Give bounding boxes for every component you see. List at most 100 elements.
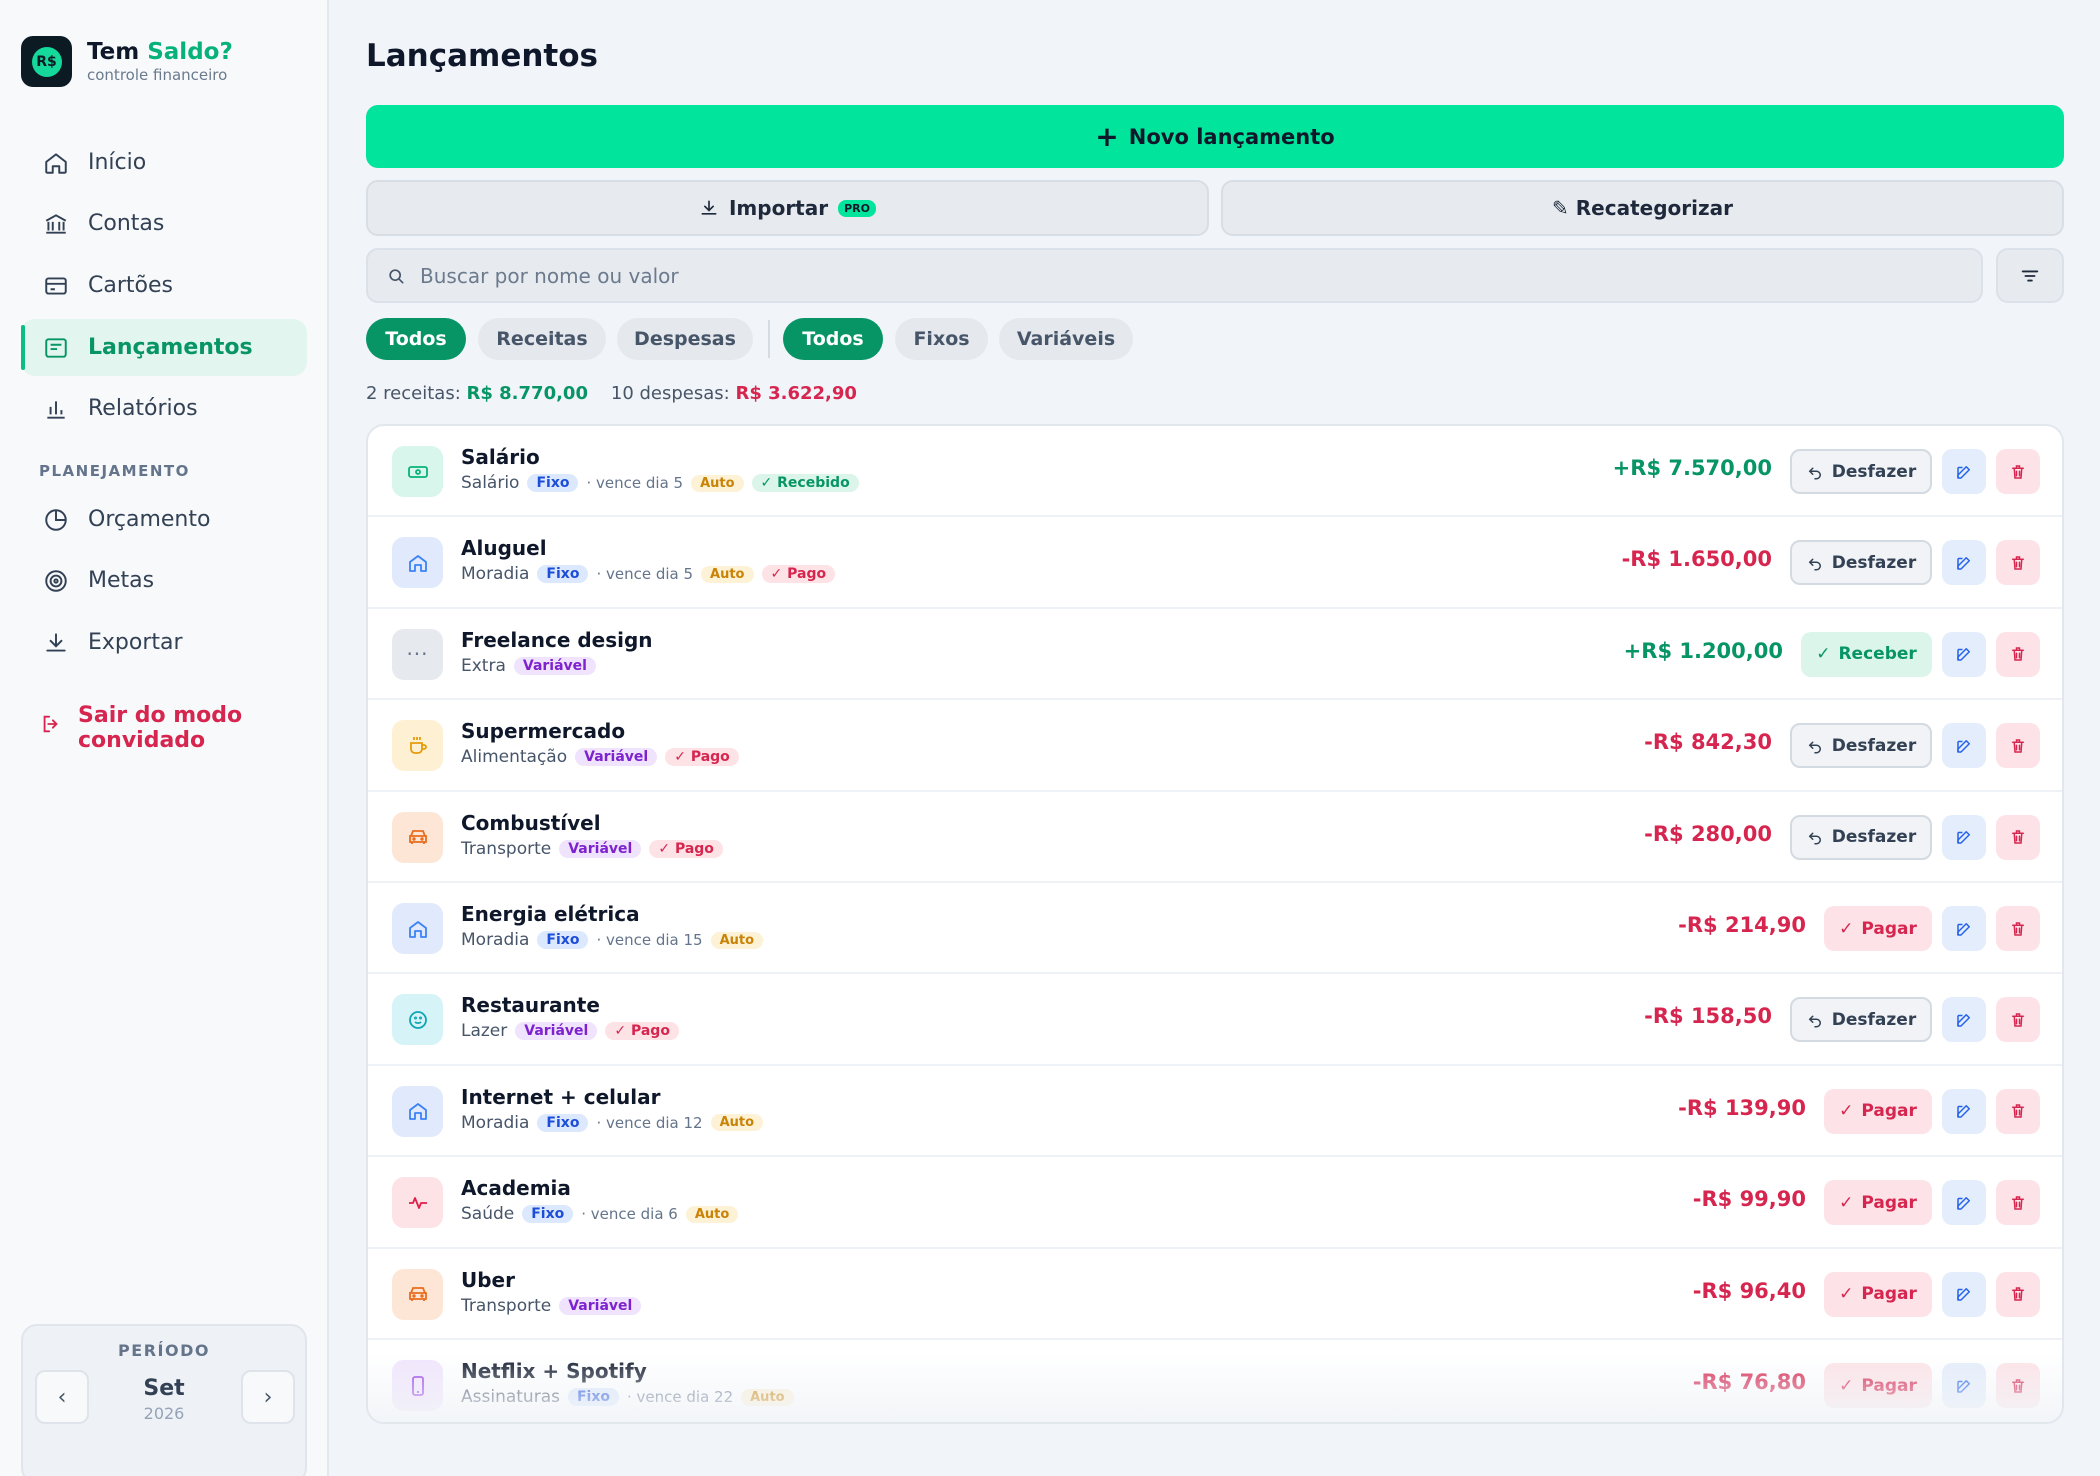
entry-row[interactable]: Combustível Transporte Variável ✓ Pago -R$… bbox=[368, 792, 2062, 883]
edit-button[interactable] bbox=[1942, 723, 1986, 769]
filter-kind-todos[interactable]: Todos bbox=[783, 318, 883, 360]
edit-button[interactable] bbox=[1942, 906, 1986, 951]
entry-meta: Extra Variável bbox=[461, 656, 596, 676]
delete-button[interactable] bbox=[1996, 814, 2040, 860]
entry-kind-tag: Variável bbox=[513, 656, 596, 675]
filter-type-todos[interactable]: Todos bbox=[366, 318, 466, 360]
nav-item-orcamento[interactable]: Orçamento bbox=[21, 491, 307, 548]
delete-button[interactable] bbox=[1996, 631, 2040, 677]
entry-auto-tag: Auto bbox=[701, 565, 754, 583]
edit-button[interactable] bbox=[1942, 540, 1986, 586]
nav-item-relatorios[interactable]: Relatórios bbox=[21, 380, 307, 437]
edit-button[interactable] bbox=[1942, 1271, 1986, 1317]
search-input[interactable]: Buscar por nome ou valor bbox=[366, 248, 1983, 303]
new-entry-button[interactable]: + Novo lançamento bbox=[366, 105, 2064, 168]
check-icon: ✓ bbox=[658, 840, 675, 857]
edit-button[interactable] bbox=[1942, 1088, 1986, 1134]
delete-button[interactable] bbox=[1996, 1088, 2040, 1134]
target-icon bbox=[42, 567, 70, 595]
trash-icon bbox=[2009, 645, 2027, 663]
undo-button[interactable]: Desfazer bbox=[1790, 723, 1932, 769]
nav-item-metas[interactable]: Metas bbox=[21, 552, 307, 609]
pay-label: Pagar bbox=[1861, 1192, 1917, 1213]
delete-button[interactable] bbox=[1996, 1180, 2040, 1226]
entry-amount: -R$ 76,80 bbox=[1692, 1370, 1806, 1394]
period-next-button[interactable]: › bbox=[241, 1370, 295, 1424]
recategorize-button[interactable]: ✎ Recategorizar bbox=[1221, 180, 2064, 236]
delete-button[interactable] bbox=[1996, 906, 2040, 951]
filter-type-receitas[interactable]: Receitas bbox=[478, 318, 606, 360]
nav-item-contas[interactable]: Contas bbox=[21, 195, 307, 252]
entry-row[interactable]: Salário Salário Fixo · vence dia 5 Auto ✓ Re… bbox=[368, 426, 2062, 518]
trash-icon bbox=[2009, 737, 2027, 755]
entry-status-tag: ✓ Pago bbox=[649, 839, 723, 858]
undo-button[interactable]: Desfazer bbox=[1790, 449, 1932, 494]
entry-row[interactable]: Academia Saúde Fixo · vence dia 6 Auto -R$ … bbox=[368, 1157, 2062, 1249]
pay-button[interactable]: ✓ Pagar bbox=[1824, 1271, 1932, 1317]
entry-name: Supermercado bbox=[461, 719, 626, 744]
period-label: PERÍODO bbox=[118, 1341, 210, 1360]
undo-button[interactable]: Desfazer bbox=[1790, 814, 1932, 860]
undo-button[interactable]: Desfazer bbox=[1790, 540, 1932, 586]
entry-category: Transporte bbox=[461, 1295, 552, 1316]
entry-row[interactable]: Supermercado Alimentação Variável ✓ Pago -… bbox=[368, 700, 2062, 792]
period-selector: PERÍODO ‹ Set 2026 › bbox=[21, 1324, 307, 1476]
undo-button[interactable]: Desfazer bbox=[1790, 997, 1932, 1043]
entry-row[interactable]: ··· Freelance design Extra Variável +R$ 1… bbox=[368, 609, 2062, 701]
summary: 2 receitas: R$ 8.770,00 10 despesas: R$ … bbox=[366, 383, 857, 404]
edit-button[interactable] bbox=[1942, 814, 1986, 860]
delete-button[interactable] bbox=[1996, 997, 2040, 1043]
filter-type-despesas[interactable]: Despesas bbox=[617, 318, 753, 360]
list-icon bbox=[42, 334, 70, 362]
delete-button[interactable] bbox=[1996, 540, 2040, 586]
nav-item-lancamentos[interactable]: Lançamentos bbox=[21, 319, 307, 376]
entry-due: · vence dia 5 bbox=[596, 565, 694, 584]
entry-status-label: Pago bbox=[690, 749, 730, 766]
entry-row[interactable]: Netflix + Spotify Assinaturas Fixo · vence… bbox=[368, 1340, 2062, 1422]
entry-amount: -R$ 842,30 bbox=[1644, 730, 1772, 755]
pay-button[interactable]: ✓ Pagar bbox=[1824, 1088, 1932, 1134]
delete-button[interactable] bbox=[1996, 1363, 2040, 1408]
entry-amount: -R$ 280,00 bbox=[1644, 821, 1772, 846]
entry-amount: -R$ 1.650,00 bbox=[1621, 547, 1772, 572]
pay-button[interactable]: ✓ Pagar bbox=[1824, 1180, 1932, 1226]
entry-kind-tag: Fixo bbox=[537, 565, 589, 584]
edit-button[interactable] bbox=[1942, 449, 1986, 494]
filter-button[interactable] bbox=[1996, 248, 2064, 303]
pay-button[interactable]: ✓ Pagar bbox=[1824, 906, 1932, 951]
brand-name: Tem Saldo? bbox=[87, 39, 233, 66]
entry-row[interactable]: Aluguel Moradia Fixo · vence dia 5 Auto ✓ Pa… bbox=[368, 517, 2062, 609]
entry-auto-tag: Auto bbox=[691, 474, 744, 492]
delete-button[interactable] bbox=[1996, 449, 2040, 494]
trash-icon bbox=[2009, 1102, 2027, 1120]
undo-label: Desfazer bbox=[1831, 1009, 1917, 1030]
trash-icon bbox=[2009, 828, 2027, 846]
check-icon: ✓ bbox=[770, 566, 788, 583]
entry-meta: Assinaturas Fixo · vence dia 22 Auto bbox=[461, 1387, 794, 1407]
logout-button[interactable]: Sair do modo convidado bbox=[40, 703, 242, 753]
brand[interactable]: R$ Tem Saldo? controle financeiro bbox=[21, 36, 233, 87]
pay-button[interactable]: ✓ Pagar bbox=[1824, 1363, 1932, 1408]
import-button[interactable]: Importar PRO bbox=[366, 180, 1209, 236]
edit-button[interactable] bbox=[1942, 631, 1986, 677]
entry-row[interactable]: Uber Transporte Variável -R$ 96,40 ✓ Pagar bbox=[368, 1249, 2062, 1340]
filter-kind-variaveis[interactable]: Variáveis bbox=[999, 318, 1133, 360]
edit-button[interactable] bbox=[1942, 997, 1986, 1043]
entry-status-label: Pago bbox=[630, 1023, 670, 1040]
edit-button[interactable] bbox=[1942, 1180, 1986, 1226]
delete-button[interactable] bbox=[1996, 1271, 2040, 1317]
nav-item-cartoes[interactable]: Cartões bbox=[21, 257, 307, 314]
edit-button[interactable] bbox=[1942, 1363, 1986, 1408]
nav-item-inicio[interactable]: Início bbox=[21, 134, 307, 191]
filter-icon bbox=[2019, 265, 2041, 287]
entry-row[interactable]: Internet + celular Moradia Fixo · vence di… bbox=[368, 1066, 2062, 1158]
entry-row[interactable]: Energia elétrica Moradia Fixo · vence dia … bbox=[368, 883, 2062, 975]
filter-kind-fixos[interactable]: Fixos bbox=[895, 318, 988, 360]
delete-button[interactable] bbox=[1996, 723, 2040, 769]
entry-auto-tag: Auto bbox=[741, 1388, 794, 1406]
import-label: Importar bbox=[728, 196, 829, 220]
entry-row[interactable]: Restaurante Lazer Variável ✓ Pago -R$ 158,… bbox=[368, 974, 2062, 1066]
receive-button[interactable]: ✓ Receber bbox=[1801, 631, 1932, 677]
nav-item-exportar[interactable]: Exportar bbox=[21, 614, 307, 671]
download-icon bbox=[699, 198, 719, 218]
